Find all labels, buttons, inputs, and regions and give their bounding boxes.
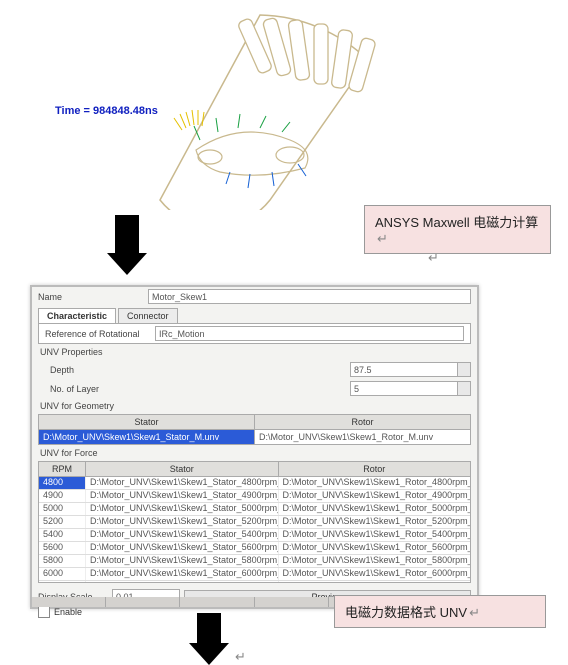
unv-panel: Name Motor_Skew1 Characteristic Connecto… bbox=[30, 285, 479, 609]
cell-rotor[interactable]: D:\Motor_UNV\Skew1\Skew1_Rotor_5600rpm_F… bbox=[279, 542, 471, 554]
cell-rotor[interactable]: D:\Motor_UNV\Skew1\Skew1_Rotor_6000rpm_F… bbox=[279, 568, 471, 580]
col-rpm: RPM bbox=[39, 462, 86, 476]
cell-rpm[interactable]: 5600 bbox=[39, 542, 86, 554]
table-row[interactable]: 4800D:\Motor_UNV\Skew1\Skew1_Stator_4800… bbox=[39, 477, 470, 490]
cell-stator[interactable]: D:\Motor_UNV\Skew1\Skew1_Stator_6000rpm_… bbox=[86, 568, 279, 580]
ref-label: Reference of Rotational bbox=[45, 329, 155, 339]
cell-rotor[interactable]: D:\Motor_UNV\Skew1\Skew1_Rotor_4800rpm_F… bbox=[279, 477, 471, 489]
geom-header: Stator Rotor bbox=[38, 414, 471, 430]
cell-rotor[interactable]: D:\Motor_UNV\Skew1\Skew1_Rotor_5000rpm_F… bbox=[279, 503, 471, 515]
callout-unv: 电磁力数据格式 UNV↵ bbox=[334, 595, 546, 628]
col-stator: Stator bbox=[86, 462, 279, 476]
cell-stator[interactable]: D:\Motor_UNV\Skew1\Skew1_Stator_6200rpm_… bbox=[86, 581, 279, 583]
name-input[interactable]: Motor_Skew1 bbox=[148, 289, 471, 304]
col-rotor: Rotor bbox=[279, 462, 471, 476]
cell-stator[interactable]: D:\Motor_UNV\Skew1\Skew1_Stator_5200rpm_… bbox=[86, 516, 279, 528]
motor-sketch bbox=[130, 0, 390, 210]
table-row[interactable]: 5800D:\Motor_UNV\Skew1\Skew1_Stator_5800… bbox=[39, 555, 470, 568]
cell-stator[interactable]: D:\Motor_UNV\Skew1\Skew1_Stator_5400rpm_… bbox=[86, 529, 279, 541]
callout-maxwell: ANSYS Maxwell 电磁力计算↵ bbox=[364, 205, 551, 254]
return-icon: ↵ bbox=[469, 605, 480, 620]
table-row[interactable]: 4900D:\Motor_UNV\Skew1\Skew1_Stator_4900… bbox=[39, 490, 470, 503]
cell-rpm[interactable]: 5200 bbox=[39, 516, 86, 528]
page: Time = 984848.48ns ANSYS Maxwell 电磁力计算↵ … bbox=[0, 0, 568, 661]
table-row[interactable]: 5000D:\Motor_UNV\Skew1\Skew1_Stator_5000… bbox=[39, 503, 470, 516]
cell-rpm[interactable]: 4900 bbox=[39, 490, 86, 502]
cell-rpm[interactable]: 6000 bbox=[39, 568, 86, 580]
unv-props-title: UNV Properties bbox=[32, 344, 477, 360]
layers-spinner[interactable] bbox=[457, 381, 471, 396]
table-row[interactable]: 6000D:\Motor_UNV\Skew1\Skew1_Stator_6000… bbox=[39, 568, 470, 581]
cell-rotor[interactable]: D:\Motor_UNV\Skew1\Skew1_Rotor_5200rpm_F… bbox=[279, 516, 471, 528]
cell-rotor[interactable]: D:\Motor_UNV\Skew1\Skew1_Rotor_6200rpm_F… bbox=[279, 581, 471, 583]
table-row[interactable]: 5600D:\Motor_UNV\Skew1\Skew1_Stator_5600… bbox=[39, 542, 470, 555]
cell-rotor[interactable]: D:\Motor_UNV\Skew1\Skew1_Rotor_4900rpm_F… bbox=[279, 490, 471, 502]
enable-checkbox[interactable] bbox=[38, 606, 50, 618]
enable-label: Enable bbox=[54, 607, 82, 617]
geom-head-rotor: Rotor bbox=[255, 415, 470, 429]
name-label: Name bbox=[38, 292, 148, 302]
depth-label: Depth bbox=[38, 365, 160, 375]
table-row[interactable]: 5400D:\Motor_UNV\Skew1\Skew1_Stator_5400… bbox=[39, 529, 470, 542]
cell-rpm[interactable]: 5000 bbox=[39, 503, 86, 515]
layers-label: No. of Layer bbox=[38, 384, 160, 394]
cell-rotor[interactable]: D:\Motor_UNV\Skew1\Skew1_Rotor_5800rpm_F… bbox=[279, 555, 471, 567]
tab-connector[interactable]: Connector bbox=[118, 308, 178, 323]
cell-stator[interactable]: D:\Motor_UNV\Skew1\Skew1_Stator_5800rpm_… bbox=[86, 555, 279, 567]
force-grid[interactable]: RPM Stator Rotor 4800D:\Motor_UNV\Skew1\… bbox=[38, 461, 471, 583]
cell-rpm[interactable]: 6200 bbox=[39, 581, 86, 583]
return-mark: ↵ bbox=[235, 649, 246, 665]
geom-row[interactable]: D:\Motor_UNV\Skew1\Skew1_Stator_M.unv D:… bbox=[38, 430, 471, 445]
depth-input[interactable]: 87.5 bbox=[350, 362, 458, 377]
geom-head-stator: Stator bbox=[39, 415, 255, 429]
depth-spinner[interactable] bbox=[457, 362, 471, 377]
cell-stator[interactable]: D:\Motor_UNV\Skew1\Skew1_Stator_4800rpm_… bbox=[86, 477, 279, 489]
callout-unv-text: 电磁力数据格式 UNV bbox=[345, 605, 467, 620]
flow-arrow-2 bbox=[197, 613, 229, 665]
layers-input[interactable]: 5 bbox=[350, 381, 458, 396]
tab-characteristic[interactable]: Characteristic bbox=[38, 308, 116, 323]
cell-stator[interactable]: D:\Motor_UNV\Skew1\Skew1_Stator_4900rpm_… bbox=[86, 490, 279, 502]
cell-rpm[interactable]: 5400 bbox=[39, 529, 86, 541]
geom-rotor-cell[interactable]: D:\Motor_UNV\Skew1\Skew1_Rotor_M.unv bbox=[255, 430, 470, 444]
return-icon: ↵ bbox=[377, 231, 388, 246]
time-label: Time = 984848.48ns bbox=[55, 105, 158, 117]
ref-input[interactable]: IRc_Motion bbox=[155, 326, 464, 341]
unv-force-title: UNV for Force bbox=[32, 445, 477, 461]
cell-rpm[interactable]: 4800 bbox=[39, 477, 86, 489]
cell-stator[interactable]: D:\Motor_UNV\Skew1\Skew1_Stator_5000rpm_… bbox=[86, 503, 279, 515]
force-grid-header: RPM Stator Rotor bbox=[39, 462, 470, 477]
cell-rpm[interactable]: 5800 bbox=[39, 555, 86, 567]
table-row[interactable]: 5200D:\Motor_UNV\Skew1\Skew1_Stator_5200… bbox=[39, 516, 470, 529]
table-row[interactable]: 6200D:\Motor_UNV\Skew1\Skew1_Stator_6200… bbox=[39, 581, 470, 583]
cell-rotor[interactable]: D:\Motor_UNV\Skew1\Skew1_Rotor_5400rpm_F… bbox=[279, 529, 471, 541]
unv-geom-title: UNV for Geometry bbox=[32, 398, 477, 414]
flow-arrow-1 bbox=[115, 215, 147, 275]
callout-maxwell-text: ANSYS Maxwell 电磁力计算 bbox=[375, 215, 538, 230]
cell-stator[interactable]: D:\Motor_UNV\Skew1\Skew1_Stator_5600rpm_… bbox=[86, 542, 279, 554]
geom-stator-cell[interactable]: D:\Motor_UNV\Skew1\Skew1_Stator_M.unv bbox=[39, 430, 255, 444]
return-mark: ↵ bbox=[428, 250, 439, 266]
